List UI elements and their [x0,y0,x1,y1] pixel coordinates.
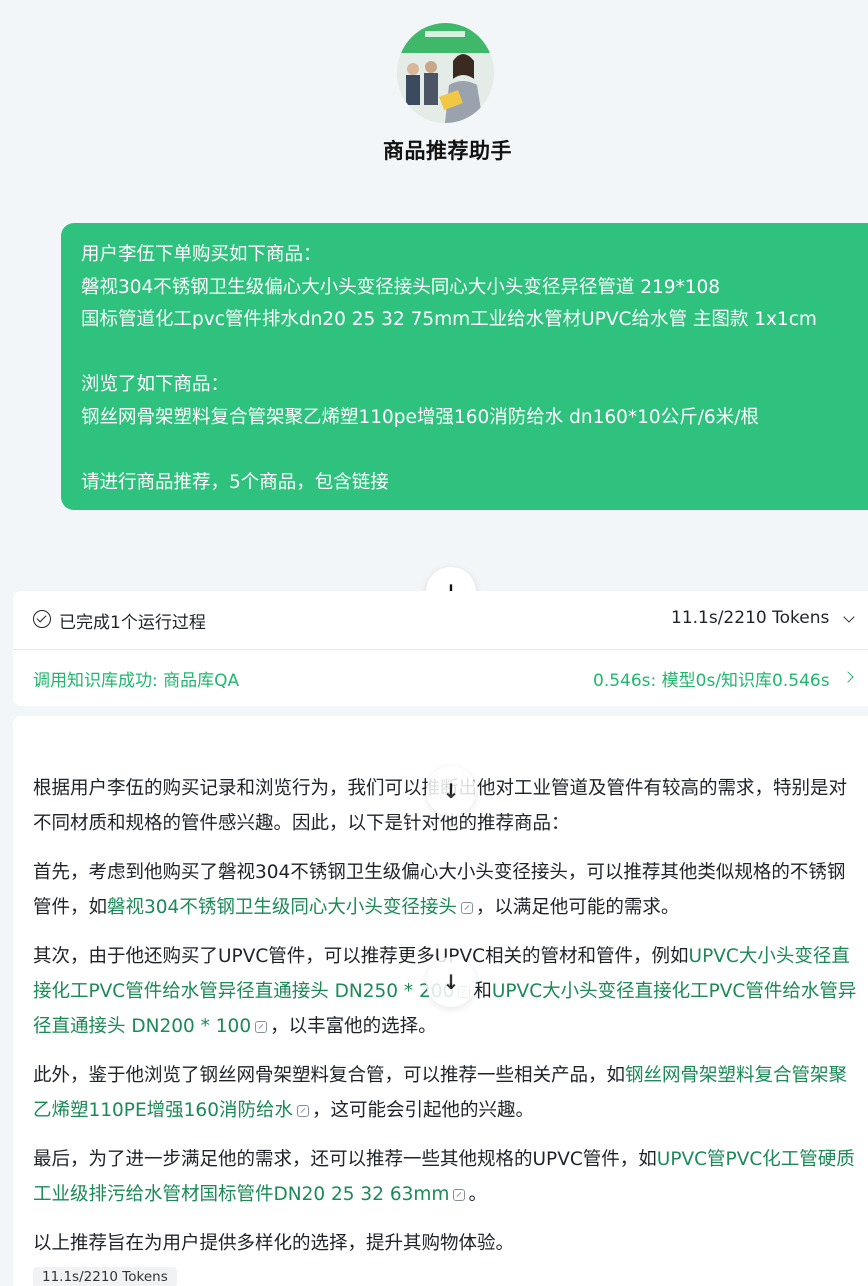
message-line: 浏览了如下商品： [81,374,230,395]
scroll-down-button[interactable]: ↓ [426,957,476,1007]
answer-paragraph: 最后，为了进一步满足他的需求，还可以推荐一些其他规格的UPVC管件，如UPVC管… [33,1142,861,1212]
answer-text: ，以满足他可能的需求。 [475,897,680,918]
external-link-icon[interactable] [453,1189,466,1201]
scroll-down-button[interactable]: ↓ [426,766,476,816]
answer-text: 此外，鉴于他浏览了钢丝网骨架塑料复合管，可以推荐一些相关产品，如 [33,1065,626,1086]
message-line: 国标管道化工pvc管件排水dn20 25 32 75mm工业给水管材UPVC给水… [81,309,817,330]
answer-text: 其次，由于他还购买了UPVC管件，可以推荐更多UPVC相关的管材和管件，例如 [33,946,689,967]
knowledge-call-label: 调用知识库成功: 商品库QA [33,671,240,691]
answer-text: 最后，为了进一步满足他的需求，还可以推荐一些其他规格的UPVC管件，如 [33,1149,657,1170]
answer-text: ，以丰富他的选择。 [270,1016,437,1037]
assistant-avatar-photo [397,23,494,123]
answer-body: 根据用户李伍的购买记录和浏览行为，我们可以推断出他对工业管道及管件有较高的需求，… [33,771,861,1275]
run-summary-row[interactable]: 已完成1个运行过程 11.1s/2210 Tokens [13,591,868,650]
knowledge-call-row[interactable]: 调用知识库成功: 商品库QA 0.546s: 模型0s/知识库0.546s [13,650,868,706]
run-tokens: 11.1s/2210 Tokens [671,608,830,628]
chat-page: 商品推荐助手 用户李伍下单购买如下商品： 磐视304不锈钢卫生级偏心大小头变径接… [0,0,868,1286]
answer-paragraph: 首先，考虑到他购买了磐视304不锈钢卫生级偏心大小头变径接头，可以推荐其他类似规… [33,855,861,925]
chevron-right-icon[interactable] [842,671,854,683]
message-gap [81,337,868,370]
token-usage-badge: 11.1s/2210 Tokens [33,1267,177,1286]
assistant-avatar [397,23,494,123]
scroll-down-arrow-icon: ↓ [442,779,460,803]
message-line: 请进行商品推荐，5个商品，包含链接 [81,471,389,493]
answer-paragraph: 此外，鉴于他浏览了钢丝网骨架塑料复合管，可以推荐一些相关产品，如钢丝网骨架塑料复… [33,1058,861,1128]
answer-text: ，这可能会引起他的兴趣。 [311,1100,534,1121]
run-process-panel: 已完成1个运行过程 11.1s/2210 Tokens 调用知识库成功: 商品库… [13,591,868,706]
external-link-icon[interactable] [460,902,473,914]
answer-paragraph: 以上推荐旨在为用户提供多样化的选择，提升其购物体验。 [33,1226,861,1261]
check-circle-icon [33,610,51,628]
answer-text: 。 [468,1184,487,1205]
scroll-down-arrow-icon: ↓ [442,970,460,994]
answer-text: 以上推荐旨在为用户提供多样化的选择，提升其购物体验。 [33,1233,515,1254]
message-gap [81,434,868,467]
user-message-bubble: 用户李伍下单购买如下商品： 磐视304不锈钢卫生级偏心大小头变径接头同心大小头变… [61,223,868,510]
knowledge-call-time: 0.546s: 模型0s/知识库0.546s [593,671,830,691]
message-line: 磐视304不锈钢卫生级偏心大小头变径接头同心大小头变径异径管道 219*108 [81,276,721,298]
run-status-label: 已完成1个运行过程 [59,613,206,633]
product-link[interactable]: 磐视304不锈钢卫生级同心大小头变径接头 [107,897,457,918]
answer-text: 和 [473,981,492,1002]
chevron-down-icon[interactable] [843,611,855,623]
message-line: 钢丝网骨架塑料复合管架聚乙烯塑110pe增强160消防给水 dn160*10公斤… [81,406,759,428]
external-link-icon[interactable] [255,1021,268,1033]
message-line: 用户李伍下单购买如下商品： [81,244,322,265]
external-link-icon[interactable] [296,1105,309,1117]
page-title: 商品推荐助手 [383,139,512,163]
